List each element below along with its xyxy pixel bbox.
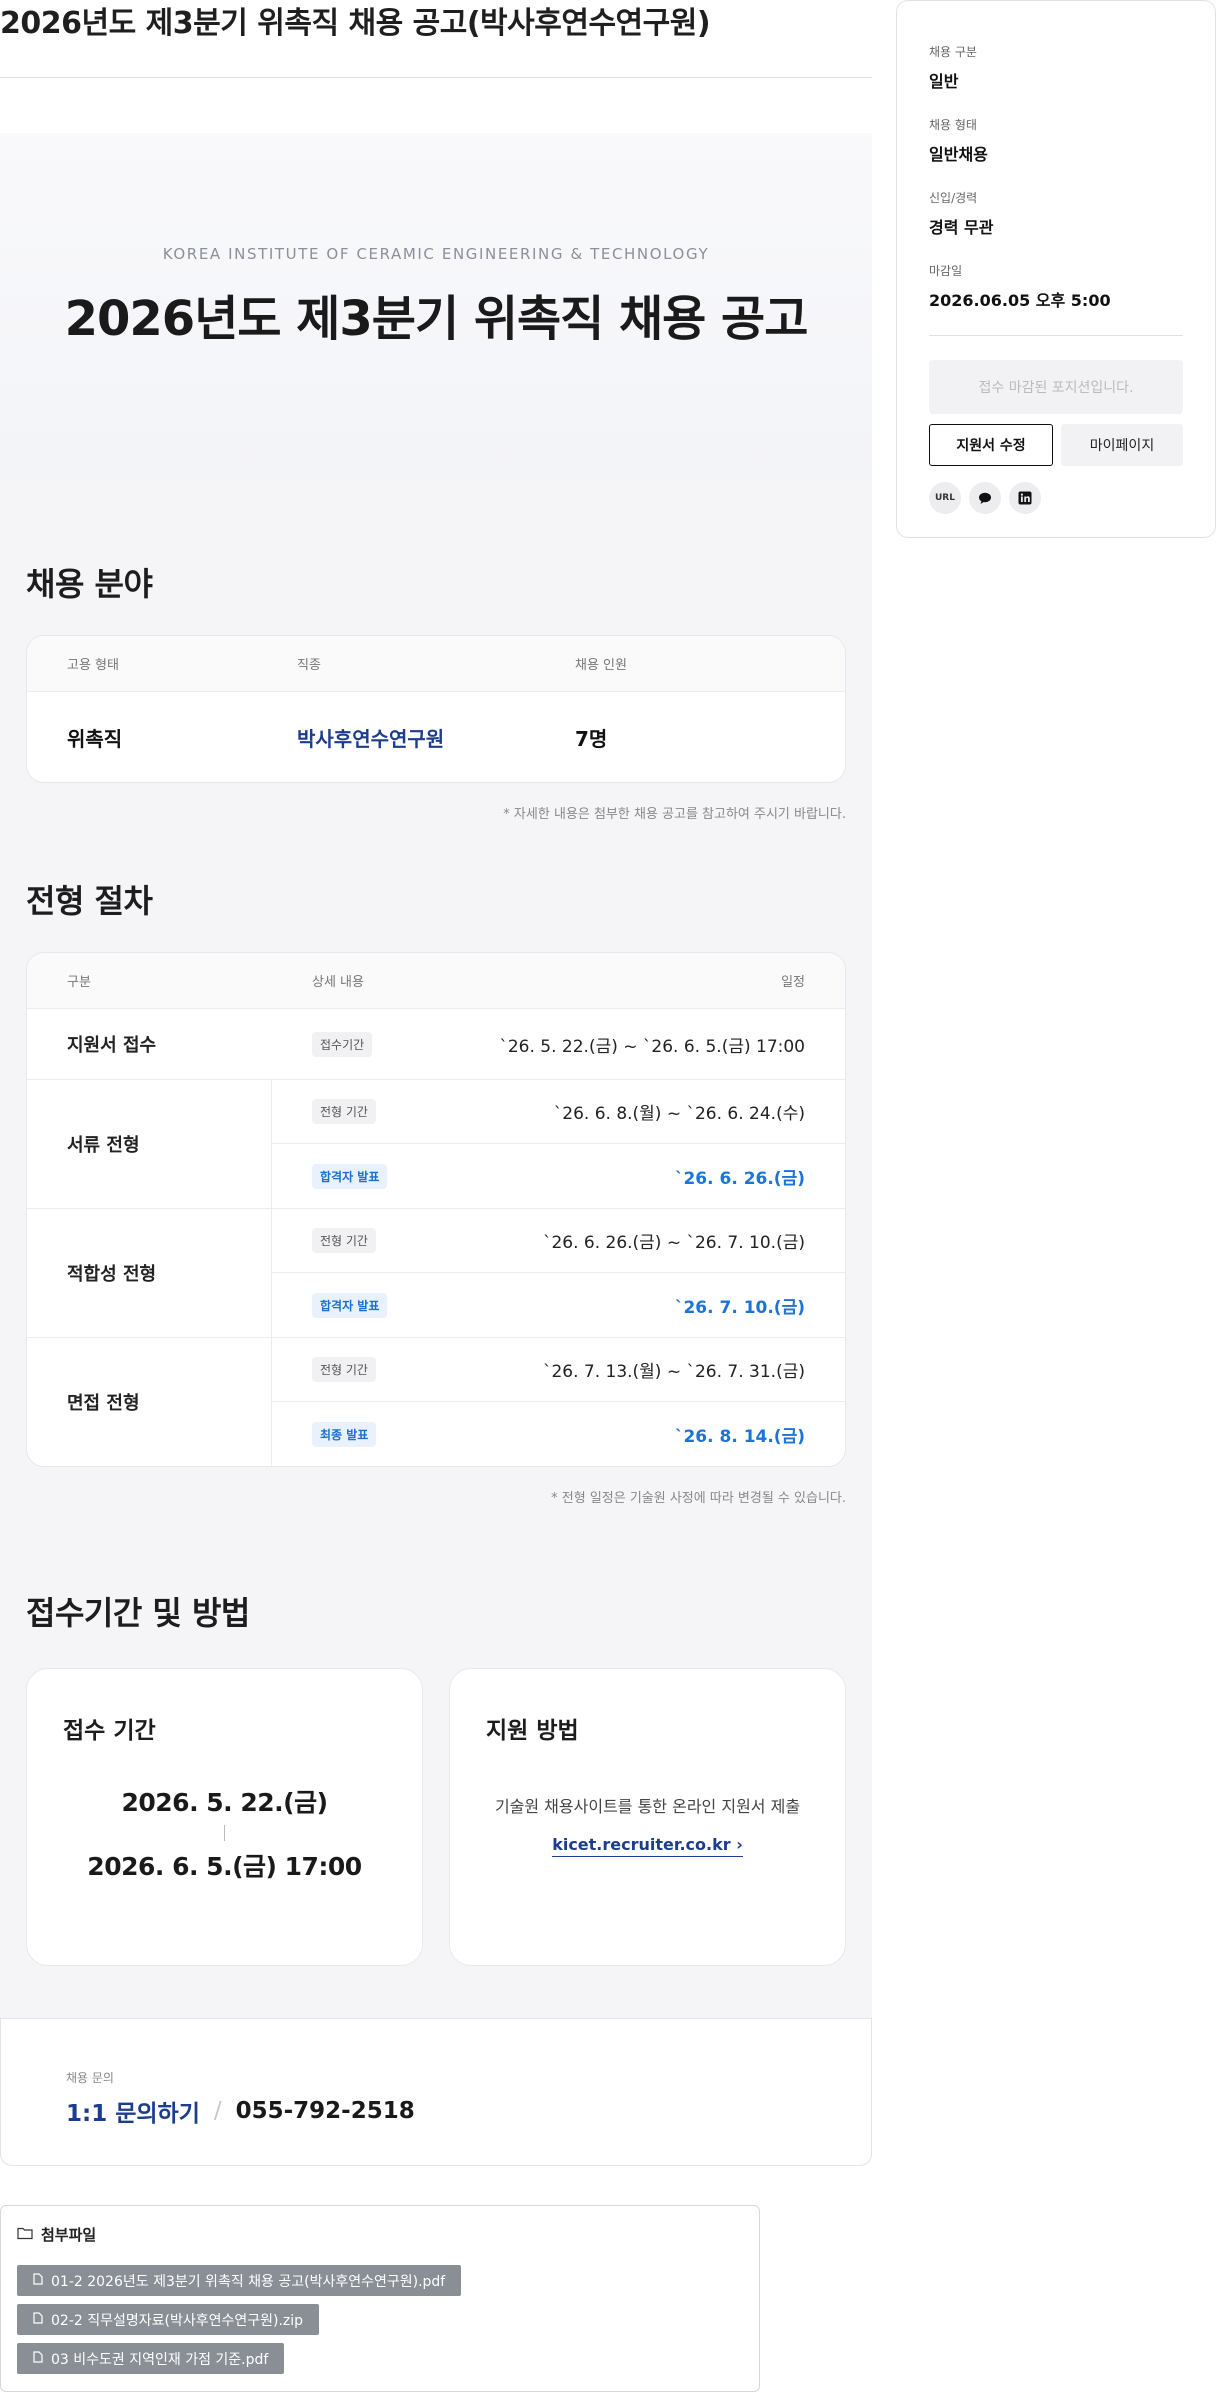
status-badge: 합격자 발표 xyxy=(312,1292,388,1318)
file-icon xyxy=(33,2311,43,2328)
attachments-title: 첨부파일 xyxy=(41,2226,97,2244)
contact-box: 채용 문의 1:1 문의하기 / 055-792-2518 xyxy=(0,2018,872,2166)
process-section-title: 전형 절차 xyxy=(26,882,153,920)
file-name: 01-2 2026년도 제3분기 위촉직 채용 공고(박사후연수연구원).pdf xyxy=(51,2273,446,2290)
schedule-date: `26. 6. 26.(금) ~ `26. 7. 10.(금) xyxy=(542,1233,805,1253)
attachments-box: 첨부파일 01-2 2026년도 제3분기 위촉직 채용 공고(박사후연수연구원… xyxy=(0,2205,760,2392)
table-row: 합격자 발표 `26. 7. 10.(금) xyxy=(272,1273,845,1337)
file-download-button[interactable]: 02-2 직무설명자료(박사후연수연구원).zip xyxy=(17,2304,320,2335)
employment-type: 위촉직 xyxy=(67,726,123,751)
content-area: 채용 분야 고용 형태 직종 채용 인원 위촉직 박사후연수연구원 7명 * 자… xyxy=(0,481,872,2018)
file-download-button[interactable]: 01-2 2026년도 제3분기 위촉직 채용 공고(박사후연수연구원).pdf xyxy=(17,2265,462,2296)
recruit-site-link[interactable]: kicet.recruiter.co.kr › xyxy=(552,1835,743,1857)
job-name: 박사후연수연구원 xyxy=(297,726,445,751)
status-badge: 합격자 발표 xyxy=(312,1163,388,1189)
recruit-table-header: 고용 형태 직종 채용 인원 xyxy=(27,636,845,692)
process-fitness: 적합성 전형 전형 기간 `26. 6. 26.(금) ~ `26. 7. 10… xyxy=(27,1209,845,1338)
process-name: 적합성 전형 xyxy=(27,1209,272,1337)
table-row: 위촉직 박사후연수연구원 7명 xyxy=(27,692,845,782)
process-apply: 지원서 접수 접수기간 `26. 5. 22.(금) ~ `26. 6. 5.(… xyxy=(27,1009,845,1080)
application-cards: 접수 기간 2026. 5. 22.(금) 2026. 6. 5.(금) 17:… xyxy=(26,1668,846,1966)
status-badge: 전형 기간 xyxy=(312,1357,376,1382)
recruit-section-title: 채용 분야 xyxy=(26,565,153,603)
file-name: 02-2 직무설명자료(박사후연수연구원).zip xyxy=(51,2312,304,2329)
header-schedule: 일정 xyxy=(781,975,805,990)
summary-hire-type: 채용 형태 일반채용 xyxy=(929,118,988,164)
hero-banner: KOREA INSTITUTE OF CERAMIC ENGINEERING &… xyxy=(0,133,872,481)
file-icon xyxy=(33,2350,43,2367)
summary-experience: 신입/경력 경력 무관 xyxy=(929,191,994,237)
contact-phone: 055-792-2518 xyxy=(235,2098,415,2124)
hero-subtitle: KOREA INSTITUTE OF CERAMIC ENGINEERING &… xyxy=(162,245,710,263)
url-share-button[interactable]: URL xyxy=(929,482,961,514)
application-section-title: 접수기간 및 방법 xyxy=(26,1594,250,1632)
header-count: 채용 인원 xyxy=(575,658,627,673)
contact-label: 채용 문의 xyxy=(66,2071,114,2085)
process-name: 지원서 접수 xyxy=(67,1035,157,1056)
recruit-table: 고용 형태 직종 채용 인원 위촉직 박사후연수연구원 7명 xyxy=(26,635,846,783)
process-note: * 전형 일정은 기술원 사정에 따라 변경될 수 있습니다. xyxy=(551,1491,846,1506)
table-row: 합격자 발표 `26. 6. 26.(금) xyxy=(272,1144,845,1208)
job-summary-sidebar: 채용 구분 일반 채용 형태 일반채용 신입/경력 경력 무관 마감일 2026… xyxy=(896,0,1216,538)
file-icon xyxy=(33,2272,43,2289)
summary-category: 채용 구분 일반 xyxy=(929,45,977,91)
sidebar-divider xyxy=(929,335,1183,336)
table-row: 전형 기간 `26. 6. 8.(월) ~ `26. 6. 24.(수) xyxy=(272,1080,845,1144)
table-row: 접수기간 `26. 5. 22.(금) ~ `26. 6. 5.(금) 17:0… xyxy=(312,1009,845,1079)
table-row: 최종 발표 `26. 8. 14.(금) xyxy=(272,1402,845,1466)
period-end: 2026. 6. 5.(금) 17:00 xyxy=(87,1852,362,1881)
period-card: 접수 기간 2026. 5. 22.(금) 2026. 6. 5.(금) 17:… xyxy=(26,1668,423,1966)
chat-icon[interactable] xyxy=(969,482,1001,514)
contact-separator: / xyxy=(213,2098,222,2124)
main-content: KOREA INSTITUTE OF CERAMIC ENGINEERING &… xyxy=(0,133,872,2018)
process-name: 면접 전형 xyxy=(27,1338,272,1466)
period-start: 2026. 5. 22.(금) xyxy=(121,1788,328,1817)
edit-application-button[interactable]: 지원서 수정 xyxy=(929,424,1053,466)
schedule-date: `26. 7. 13.(월) ~ `26. 7. 31.(금) xyxy=(542,1362,805,1382)
process-name: 서류 전형 xyxy=(27,1080,272,1208)
file-download-button[interactable]: 03 비수도권 지역인재 가점 기준.pdf xyxy=(17,2343,285,2374)
table-row: 전형 기간 `26. 6. 26.(금) ~ `26. 7. 10.(금) xyxy=(272,1209,845,1273)
schedule-date: `26. 5. 22.(금) ~ `26. 6. 5.(금) 17:00 xyxy=(499,1036,805,1057)
closed-status-button: 접수 마감된 포지션입니다. xyxy=(929,360,1183,414)
status-badge: 접수기간 xyxy=(312,1031,373,1057)
announcement-date: `26. 7. 10.(금) xyxy=(674,1297,805,1318)
status-badge: 최종 발표 xyxy=(312,1421,377,1447)
linkedin-icon[interactable] xyxy=(1009,482,1041,514)
method-card: 지원 방법 기술원 채용사이트를 통한 온라인 지원서 제출 kicet.rec… xyxy=(449,1668,846,1966)
period-title: 접수 기간 xyxy=(63,1718,156,1744)
schedule-date: `26. 6. 8.(월) ~ `26. 6. 24.(수) xyxy=(553,1104,805,1124)
status-badge: 전형 기간 xyxy=(312,1099,376,1124)
header-job: 직종 xyxy=(297,658,321,673)
share-buttons: URL xyxy=(929,482,1183,514)
process-interview: 면접 전형 전형 기간 `26. 7. 13.(월) ~ `26. 7. 31.… xyxy=(27,1338,845,1466)
status-badge: 전형 기간 xyxy=(312,1228,376,1253)
inquiry-link[interactable]: 1:1 문의하기 xyxy=(66,2094,200,2128)
method-text: 기술원 채용사이트를 통한 온라인 지원서 제출 xyxy=(494,1797,801,1816)
summary-deadline: 마감일 2026.06.05 오후 5:00 xyxy=(929,264,1111,310)
table-row: 전형 기간 `26. 7. 13.(월) ~ `26. 7. 31.(금) xyxy=(272,1338,845,1402)
recruit-note: * 자세한 내용은 첨부한 채용 공고를 참고하여 주시기 바랍니다. xyxy=(503,807,846,822)
header-employment-type: 고용 형태 xyxy=(67,658,119,673)
method-title: 지원 방법 xyxy=(486,1718,579,1744)
file-name: 03 비수도권 지역인재 가점 기준.pdf xyxy=(51,2351,269,2368)
folder-icon xyxy=(17,2226,33,2244)
period-divider xyxy=(224,1825,225,1841)
process-table-header: 구분 상세 내용 일정 xyxy=(27,953,845,1009)
announcement-date: `26. 8. 14.(금) xyxy=(674,1426,805,1447)
hero-title: 2026년도 제3분기 위촉직 채용 공고 xyxy=(64,291,809,347)
page-title: 2026년도 제3분기 위촉직 채용 공고(박사후연수연구원) xyxy=(0,2,872,78)
hire-count: 7명 xyxy=(575,726,608,751)
mypage-button[interactable]: 마이페이지 xyxy=(1061,424,1183,466)
process-documents: 서류 전형 전형 기간 `26. 6. 8.(월) ~ `26. 6. 24.(… xyxy=(27,1080,845,1209)
announcement-date: `26. 6. 26.(금) xyxy=(674,1168,805,1189)
header-detail: 상세 내용 xyxy=(312,975,364,990)
header-category: 구분 xyxy=(67,975,91,990)
process-table: 구분 상세 내용 일정 지원서 접수 접수기간 `26. 5. 22.(금) ~… xyxy=(26,952,846,1467)
